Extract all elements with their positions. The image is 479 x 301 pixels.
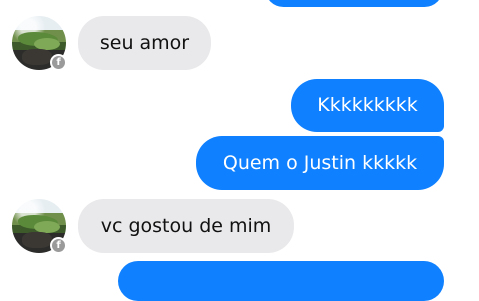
message-bubble-incoming[interactable]: vc gostou de mim [78, 199, 294, 253]
message-bubble-outgoing-cutoff-top[interactable] [265, 0, 443, 7]
message-bubble-outgoing[interactable]: Quem o Justin kkkkk [196, 136, 444, 190]
message-text: Kkkkkkkkk [317, 94, 418, 116]
facebook-badge-icon: f [50, 237, 67, 254]
message-bubble-incoming[interactable]: seu amor [78, 16, 211, 70]
message-bubble-outgoing-cutoff-bottom[interactable] [118, 261, 444, 301]
message-text: seu amor [99, 31, 190, 54]
message-text: vc gostou de mim [100, 214, 272, 237]
contact-avatar[interactable]: f [12, 199, 67, 254]
message-bubble-outgoing[interactable]: Kkkkkkkkk [291, 79, 444, 132]
contact-avatar[interactable]: f [12, 16, 67, 71]
message-text: Quem o Justin kkkkk [222, 151, 418, 174]
facebook-badge-icon: f [50, 54, 67, 71]
